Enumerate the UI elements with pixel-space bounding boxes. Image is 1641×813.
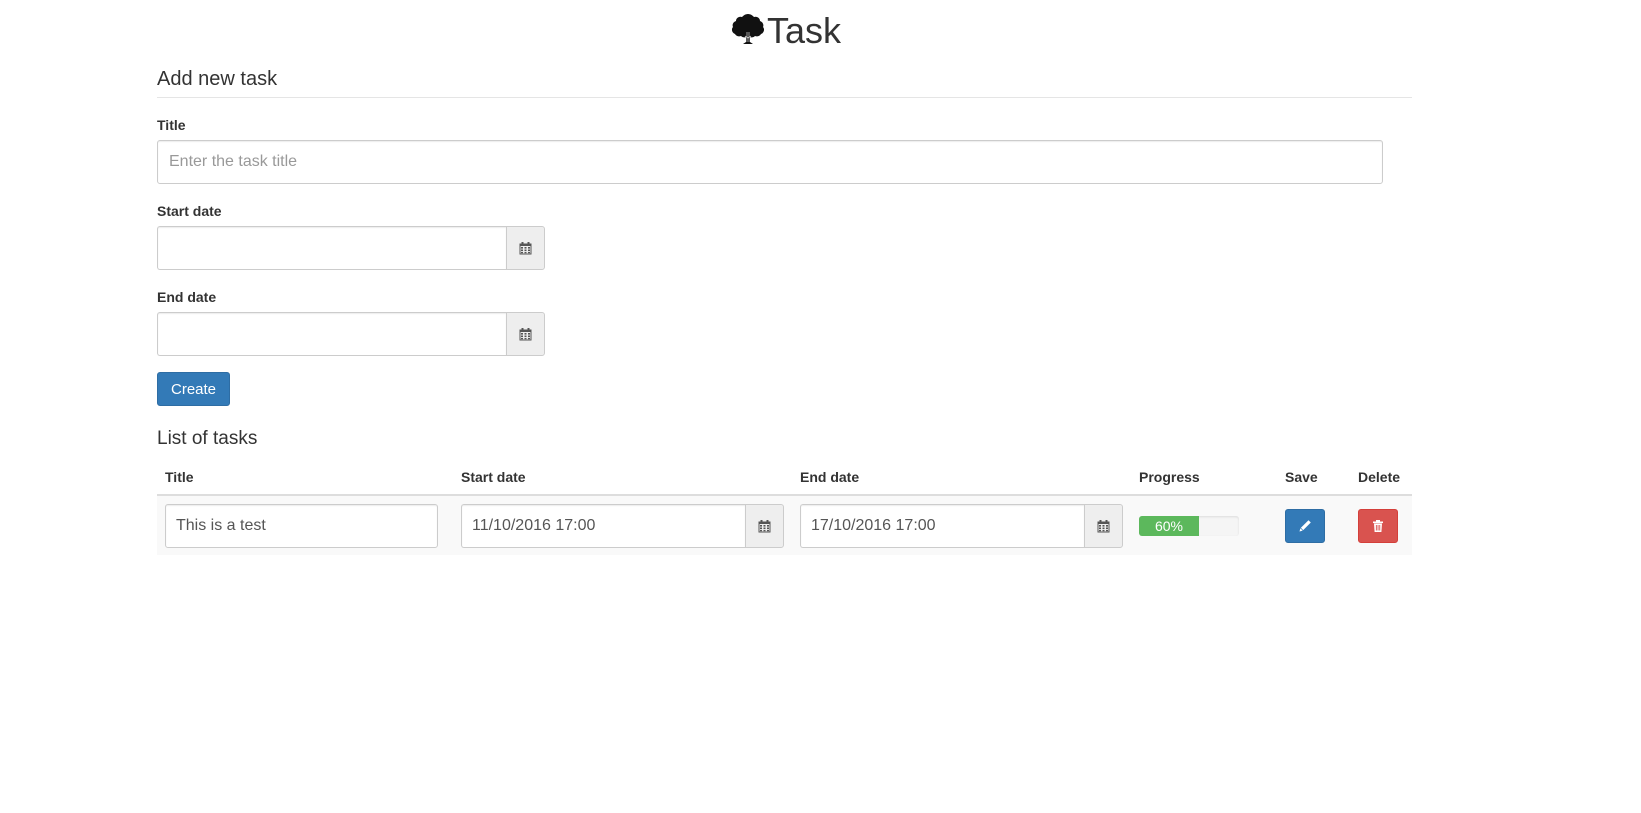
delete-button[interactable] bbox=[1358, 509, 1398, 543]
progress-bar: 60% bbox=[1139, 516, 1239, 536]
progress-fill: 60% bbox=[1139, 516, 1199, 536]
end-date-cell bbox=[792, 495, 1131, 555]
title-label: Title bbox=[157, 117, 186, 133]
row-start-date-input[interactable] bbox=[461, 504, 745, 548]
save-button[interactable] bbox=[1285, 509, 1325, 543]
start-date-calendar-button[interactable] bbox=[506, 226, 545, 270]
task-title-input[interactable] bbox=[157, 140, 1383, 184]
end-date-calendar-button[interactable] bbox=[506, 312, 545, 356]
title-cell bbox=[157, 495, 453, 555]
column-header-delete: Delete bbox=[1350, 460, 1412, 496]
calendar-icon bbox=[519, 241, 532, 254]
trash-icon bbox=[1373, 520, 1383, 532]
table-header-row: Title Start date End date Progress Save … bbox=[157, 460, 1412, 496]
row-start-date-picker bbox=[461, 504, 784, 548]
column-header-progress: Progress bbox=[1131, 460, 1277, 496]
column-header-end-date: End date bbox=[792, 460, 1131, 496]
start-date-cell bbox=[453, 495, 792, 555]
delete-cell bbox=[1350, 495, 1412, 555]
end-date-input[interactable] bbox=[157, 312, 506, 356]
save-cell bbox=[1277, 495, 1350, 555]
column-header-title: Title bbox=[157, 460, 453, 496]
task-list-heading: List of tasks bbox=[157, 428, 258, 449]
calendar-icon bbox=[519, 327, 532, 340]
start-date-input[interactable] bbox=[157, 226, 506, 270]
row-title-input[interactable] bbox=[165, 504, 438, 548]
app-header: Task bbox=[0, 8, 1571, 52]
add-task-heading: Add new task bbox=[157, 64, 1412, 98]
pencil-icon bbox=[1299, 520, 1311, 532]
progress-cell: 60% bbox=[1131, 495, 1277, 555]
row-start-calendar-button[interactable] bbox=[745, 504, 784, 548]
calendar-icon bbox=[758, 519, 771, 532]
start-date-label: Start date bbox=[157, 203, 222, 219]
main-container: Add new task Title Start date End date bbox=[157, 64, 1412, 555]
row-end-calendar-button[interactable] bbox=[1084, 504, 1123, 548]
table-row: 60% bbox=[157, 495, 1412, 555]
calendar-icon bbox=[1097, 519, 1110, 532]
end-date-picker bbox=[157, 312, 545, 356]
app-title: Task bbox=[766, 10, 842, 52]
task-table: Title Start date End date Progress Save … bbox=[157, 460, 1412, 555]
column-header-start-date: Start date bbox=[453, 460, 792, 496]
tree-icon bbox=[731, 14, 765, 45]
column-header-save: Save bbox=[1277, 460, 1350, 496]
create-button[interactable]: Create bbox=[157, 372, 231, 406]
start-date-picker bbox=[157, 226, 545, 270]
end-date-label: End date bbox=[157, 289, 217, 305]
row-end-date-input[interactable] bbox=[800, 504, 1084, 548]
row-end-date-picker bbox=[800, 504, 1123, 548]
